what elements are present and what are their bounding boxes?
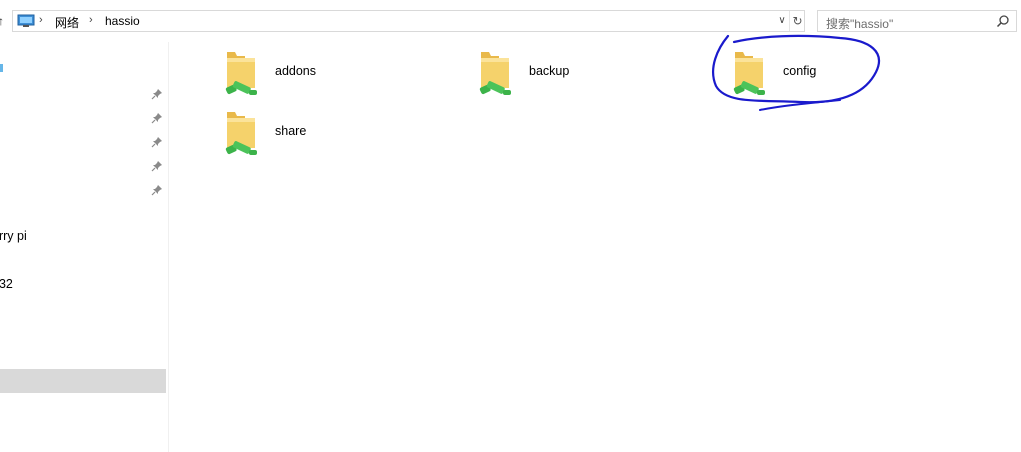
search-placeholder: 搜索"hassio": [826, 17, 894, 31]
sidebar-item[interactable]: erry pi: [0, 229, 27, 243]
breadcrumb-separator-icon: ›: [89, 14, 93, 26]
search-icon[interactable]: [996, 14, 1010, 28]
network-share-folder-icon: [225, 112, 257, 155]
pin-icon[interactable]: [151, 160, 163, 172]
network-share-folder-icon: [225, 52, 257, 95]
pin-icon[interactable]: [151, 136, 163, 148]
pin-icon[interactable]: [151, 184, 163, 196]
pin-icon[interactable]: [151, 112, 163, 124]
network-share-folder-icon: [479, 52, 511, 95]
address-bar[interactable]: › 网络 › hassio ∨ ↻: [12, 10, 805, 32]
folder-name: addons: [275, 64, 317, 78]
folder-tile-backup[interactable]: backup: [475, 48, 705, 104]
pin-icon[interactable]: [151, 88, 163, 100]
breadcrumb-network[interactable]: 网络: [55, 14, 79, 31]
folder-tile-addons[interactable]: addons: [221, 48, 451, 104]
sidebar-item-selected[interactable]: [0, 369, 166, 393]
folder-name: share: [275, 124, 307, 138]
refresh-icon[interactable]: ↻: [789, 11, 805, 31]
breadcrumb-separator-icon: ›: [39, 14, 43, 26]
file-list: addons backup config share: [169, 42, 1021, 452]
breadcrumb-current-folder[interactable]: hassio: [105, 14, 140, 28]
folder-tile-share[interactable]: share: [221, 108, 451, 164]
sidebar-item[interactable]: n32: [0, 277, 13, 291]
up-arrow-icon[interactable]: ↑: [0, 14, 8, 28]
folder-name: backup: [529, 64, 570, 78]
chevron-down-icon[interactable]: ∨: [775, 13, 789, 29]
network-computer-icon: [17, 14, 35, 27]
quick-access-icon: [0, 64, 3, 72]
folder-name: config: [783, 64, 817, 78]
search-box[interactable]: 搜索"hassio": [817, 10, 1017, 32]
folder-tile-config[interactable]: config: [729, 48, 959, 104]
navigation-pane: e erry pi e n32 e: [0, 42, 169, 452]
address-bar-row: ↑ › 网络 › hassio ∨ ↻ 搜索"hassio": [0, 0, 1021, 42]
network-share-folder-icon: [733, 52, 765, 95]
